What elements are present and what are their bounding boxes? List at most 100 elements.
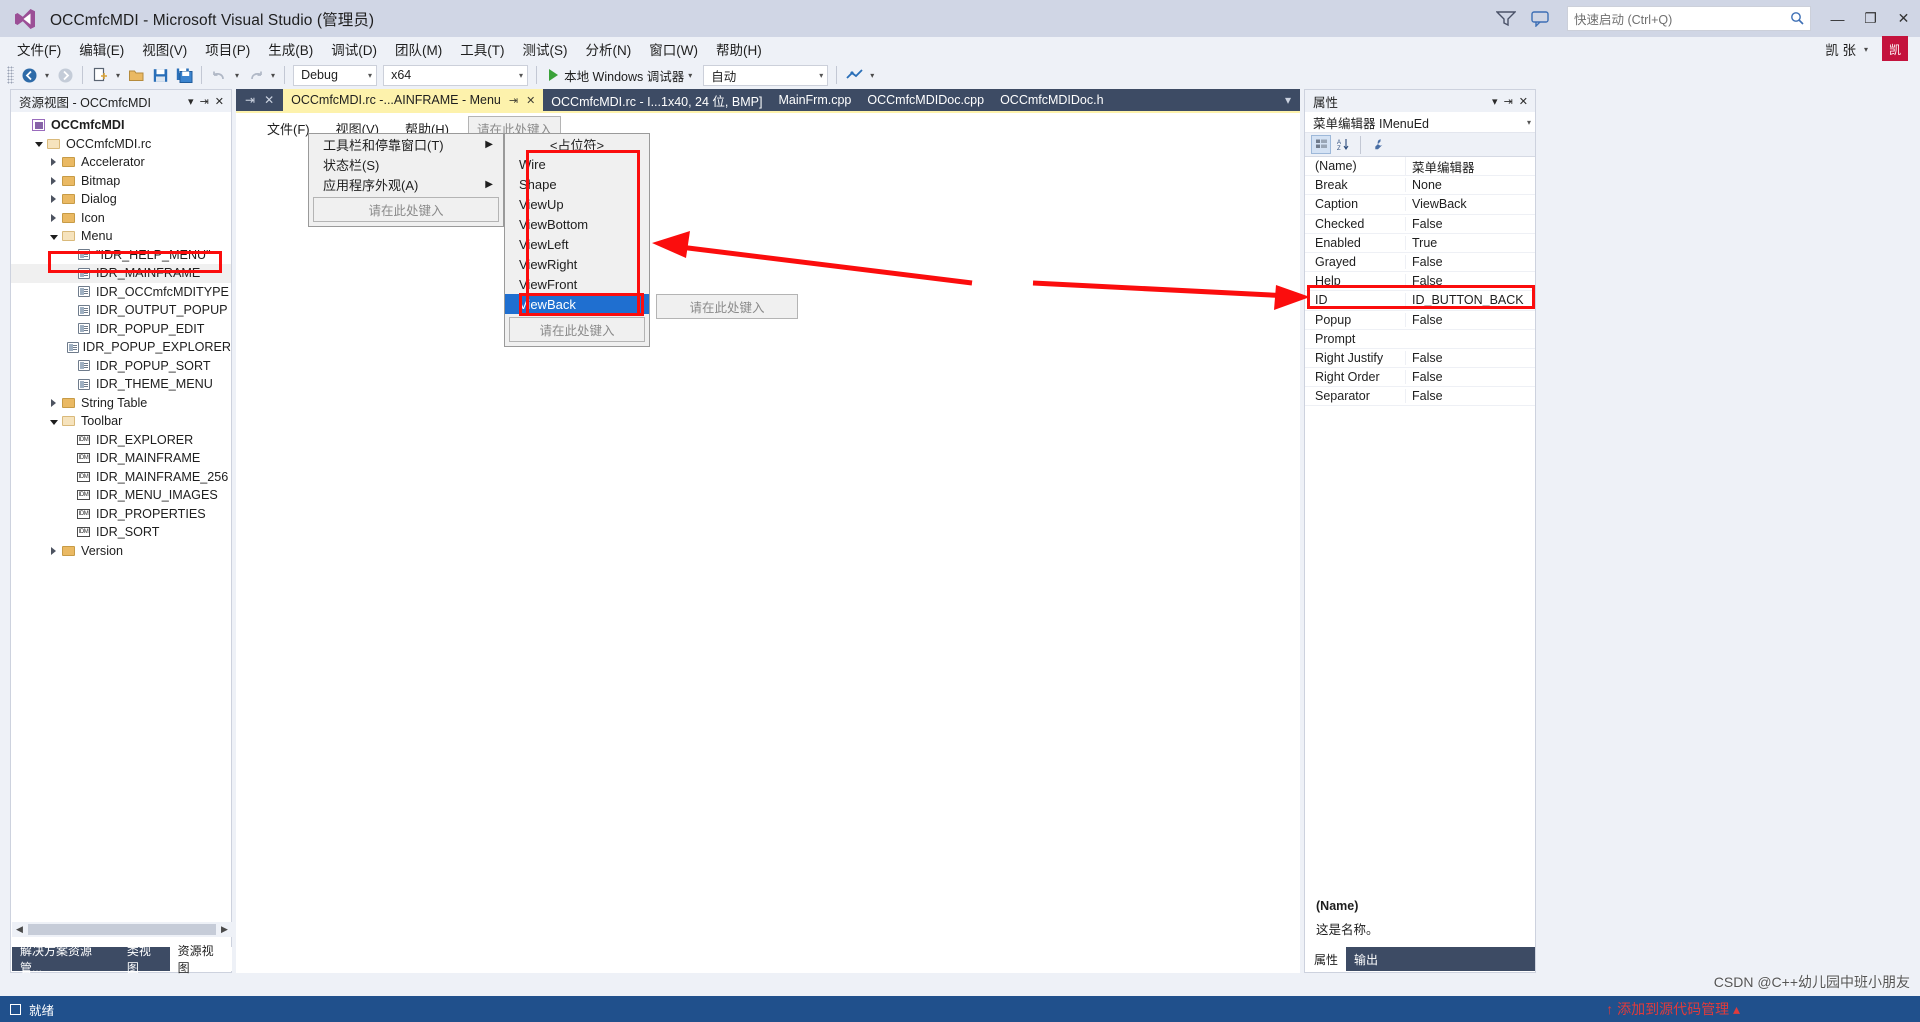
tree-item[interactable]: String Table [11,394,231,413]
property-value[interactable]: False [1405,350,1535,365]
chevron-down-icon[interactable]: ▾ [684,71,696,80]
attach-combo[interactable]: 自动 ▾ [703,64,829,86]
menu-item-placeholder[interactable]: <占位符> [505,134,649,154]
properties-object-combo[interactable]: 菜单编辑器 IMenuEd ▾ [1305,112,1535,133]
tab-solution-explorer[interactable]: 解决方案资源管... [12,944,119,975]
property-value[interactable]: True [1405,235,1535,250]
menu-debug[interactable]: 调试(D) [322,36,386,62]
menu-view[interactable]: 视图(V) [133,36,196,62]
chevron-down-icon[interactable] [47,233,60,240]
menu-inline-type-here[interactable]: 请在此处键入 [656,294,798,319]
chevron-right-icon[interactable] [47,398,60,407]
pin-icon[interactable]: ⇥ [509,94,518,107]
tree-item[interactable]: IDR_POPUP_EXPLORER [11,338,231,357]
property-row[interactable]: Grayed False [1305,253,1535,273]
chevron-down-icon[interactable] [32,140,45,148]
menu-item-viewleft[interactable]: ViewLeft [505,234,649,254]
menu-item-viewbottom[interactable]: ViewBottom [505,214,649,234]
property-row[interactable]: Separator False [1305,387,1535,407]
doctab-mainfrm-cpp[interactable]: MainFrm.cpp [770,89,859,111]
tree-item[interactable]: Menu [11,227,231,246]
tabstrip-overflow[interactable]: ▾ [1276,89,1300,111]
chevron-right-icon[interactable] [47,546,60,555]
tree-item[interactable]: Bitmap [11,172,231,191]
menu-dropdown-type-here[interactable]: 请在此处键入 [313,197,499,222]
chevron-down-icon[interactable]: ▾ [809,71,823,80]
chevron-down-icon[interactable]: ▾ [1860,45,1872,54]
property-value[interactable]: False [1405,216,1535,231]
account-name[interactable]: 凯 张 [1825,39,1856,59]
scroll-right-icon[interactable]: ▶ [217,924,232,935]
chevron-down-icon[interactable]: ▾ [358,71,372,80]
tree-item[interactable]: IDM IDR_SORT [11,523,231,542]
menu-item-viewup[interactable]: ViewUp [505,194,649,214]
menu-analyze[interactable]: 分析(N) [577,36,641,62]
solution-configuration-combo[interactable]: Debug ▾ [293,64,378,86]
menu-submenu-toolbars[interactable]: <占位符> Wire Shape ViewUp ViewBottom ViewL… [504,133,650,347]
pin-icon[interactable]: ⇥ [245,93,255,107]
chevron-down-icon[interactable]: ▾ [1492,95,1498,108]
tree-item[interactable]: OCCmfcMDI [11,116,231,135]
minimize-button[interactable]: — [1821,4,1854,34]
doctab-menu-editor[interactable]: OCCmfcMDI.rc -...AINFRAME - Menu ⇥ ✕ [283,89,544,111]
property-row[interactable]: ID ID_BUTTON_BACK [1305,291,1535,311]
menu-team[interactable]: 团队(M) [386,36,451,62]
menu-window[interactable]: 窗口(W) [640,36,707,62]
avatar[interactable]: 凯 [1882,36,1908,62]
menu-tools[interactable]: 工具(T) [451,36,513,62]
solution-platform-combo[interactable]: x64 ▾ [383,64,529,86]
quick-launch-input[interactable]: 快速启动 (Ctrl+Q) [1567,6,1811,31]
tree-item[interactable]: IDR_POPUP_SORT [11,357,231,376]
close-icon[interactable]: ✕ [526,94,535,107]
doctab-doc-h[interactable]: OCCmfcMDIDoc.h [992,89,1111,111]
property-value[interactable]: False [1405,370,1535,385]
tree-item[interactable]: IDM IDR_MAINFRAME [11,449,231,468]
chevron-right-icon[interactable] [47,213,60,222]
property-row[interactable]: Caption ViewBack [1305,195,1535,215]
tree-item[interactable]: IDM IDR_MAINFRAME_256 [11,468,231,487]
property-row[interactable]: (Name) 菜单编辑器 [1305,156,1535,177]
tree-item[interactable]: Accelerator [11,153,231,172]
chevron-down-icon[interactable]: ▾ [1527,118,1531,127]
new-item-icon[interactable] [88,64,112,86]
tree-item[interactable]: IDR_OCCmfcMDITYPE [11,283,231,302]
tree-item[interactable]: Version [11,542,231,561]
tree-item[interactable]: IDR_THEME_MENU [11,375,231,394]
source-control-icon[interactable] [842,64,866,86]
start-debugging-button[interactable]: 本地 Windows 调试器 ▾ [542,66,700,85]
search-icon[interactable] [1790,11,1804,28]
property-value[interactable]: False [1405,312,1535,327]
new-item-caret-icon[interactable]: ▾ [112,71,124,80]
resource-tree-hscrollbar[interactable]: ◀ ▶ [12,922,232,937]
toolbar-grip[interactable] [7,66,14,84]
tab-output[interactable]: 输出 [1346,947,1386,971]
open-file-icon[interactable] [124,64,148,86]
tree-item[interactable]: IDR_MAINFRAME [11,264,231,283]
menu-build[interactable]: 生成(B) [259,36,322,62]
property-value[interactable]: 菜单编辑器 [1405,156,1535,176]
chevron-down-icon[interactable]: ▾ [509,71,523,80]
chevron-down-icon[interactable]: ▾ [188,95,194,108]
close-icon[interactable]: ✕ [215,95,224,108]
nav-back-caret-icon[interactable]: ▾ [41,71,53,80]
menu-item-viewfront[interactable]: ViewFront [505,274,649,294]
property-row[interactable]: Right Justify False [1305,349,1535,369]
menu-dropdown-view[interactable]: 工具栏和停靠窗口(T) ▶ 状态栏(S) 应用程序外观(A) ▶ 请在此处键入 [308,133,504,227]
property-row[interactable]: Help False [1305,272,1535,292]
chevron-right-icon[interactable] [47,195,60,204]
chevron-down-icon[interactable]: ▾ [1285,93,1291,107]
menu-help[interactable]: 帮助(H) [707,36,771,62]
property-value[interactable]: None [1405,178,1535,193]
menu-test[interactable]: 测试(S) [514,36,577,62]
menu-file[interactable]: 文件(F) [8,36,70,62]
scroll-thumb[interactable] [28,924,216,935]
menu-edit[interactable]: 编辑(E) [70,36,133,62]
pin-icon[interactable]: ⇥ [1504,95,1513,108]
menu-item-statusbar[interactable]: 状态栏(S) [309,154,503,174]
chevron-right-icon[interactable] [47,176,60,185]
property-value[interactable]: False [1405,389,1535,404]
menu-item-toolbars-docking[interactable]: 工具栏和停靠窗口(T) ▶ [309,134,503,154]
menu-item-viewback[interactable]: ViewBack [505,294,649,314]
properties-wrench-icon[interactable] [1368,135,1388,154]
restore-button[interactable]: ❐ [1854,4,1887,34]
